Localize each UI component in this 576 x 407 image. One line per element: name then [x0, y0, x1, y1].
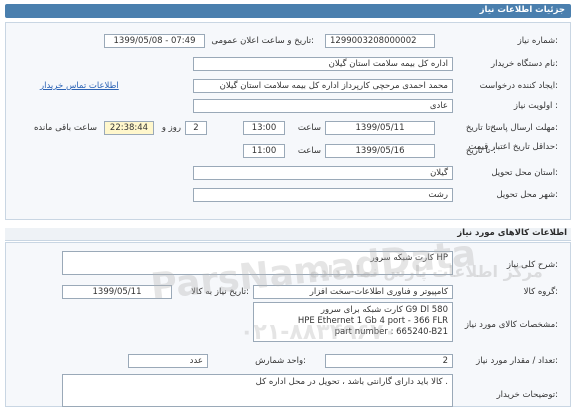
province-label: استان محل تحویل:	[491, 168, 558, 178]
priority-label: اولویت نیاز :	[513, 101, 558, 111]
need-number-label: شماره نیاز:	[517, 36, 558, 46]
deadline-date-field: 1399/05/11	[325, 121, 435, 135]
contact-link[interactable]: اطلاعات تماس خریدار	[40, 81, 119, 91]
buyer-notes-field: کالا باید دارای گارانتی باشد ، تحویل در …	[62, 374, 453, 407]
deadline-hour-label: ساعت	[297, 123, 321, 133]
unit-field: عدد	[128, 354, 208, 368]
page-header: جزئیات اطلاعات نیاز	[5, 4, 571, 18]
days-field: 2	[185, 121, 207, 135]
deadline-to-label: تا تاریخ :	[465, 123, 496, 133]
deadline-label: مهلت ارسال پاسخ:	[490, 123, 558, 133]
priority-field: عادی	[193, 99, 453, 113]
spec-line: کارت شبکه برای سرور G9 Dl 580	[320, 305, 448, 315]
price-date-field: 1399/05/16	[325, 144, 435, 158]
city-field: رشت	[193, 188, 453, 202]
need-date-field: 1399/05/11	[62, 285, 172, 299]
spec-line: HPE Ethernet 1 Gb 4 port - 366 FLR	[297, 316, 448, 326]
price-to-label: تا تاریخ :	[465, 146, 496, 156]
qty-label: تعداد / مقدار مورد نیاز:	[476, 356, 558, 366]
province-field: گیلان	[193, 166, 453, 180]
unit-label: واحد شمارش:	[255, 356, 306, 366]
summary-label: شرح کلی نیاز:	[506, 260, 558, 270]
buyer-notes-label: توضیحات خریدار:	[496, 390, 558, 400]
announce-field: 1399/05/08 - 07:49	[104, 34, 205, 48]
day-label: روز و	[161, 123, 181, 133]
need-date-label: تاریخ نیاز به کالا:	[191, 287, 249, 297]
need-number-field: 1299003208000002	[325, 34, 435, 48]
requester-label: ایجاد کننده درخواست:	[479, 81, 558, 91]
price-hour-field: 11:00	[243, 144, 285, 158]
spec-line: part number : 665240-B21	[334, 327, 448, 337]
buyer-org-label: نام دستگاه خریدار:	[491, 59, 558, 69]
goods-section-title: اطلاعات کالاهای مورد نیاز	[5, 228, 571, 241]
qty-field: 2	[325, 354, 453, 368]
group-field: کامپیوتر و فناوری اطلاعات-سخت افزار	[253, 285, 453, 299]
announce-label: تاریخ و ساعت اعلان عمومی:	[211, 36, 314, 46]
buyer-org-field: اداره کل بیمه سلامت استان گیلان	[193, 57, 453, 71]
spec-label: مشخصات کالای مورد نیاز:	[464, 320, 558, 330]
spec-field: کارت شبکه برای سرور G9 Dl 580 HPE Ethern…	[253, 302, 453, 342]
city-label: شهر محل تحویل:	[496, 190, 558, 200]
requester-field: محمد احمدی مرحچی کارپرداز اداره کل بیمه …	[193, 79, 453, 93]
deadline-hour-field: 13:00	[243, 121, 285, 135]
summary-field: کارت شبکه سرور HP	[62, 251, 453, 275]
remaining-label: ساعت باقی مانده	[33, 123, 97, 133]
group-label: گروه کالا:	[523, 287, 558, 297]
price-hour-label: ساعت	[297, 146, 321, 156]
page-title: جزئیات اطلاعات نیاز	[479, 5, 565, 15]
remaining-time-field: 22:38:44	[104, 121, 154, 135]
